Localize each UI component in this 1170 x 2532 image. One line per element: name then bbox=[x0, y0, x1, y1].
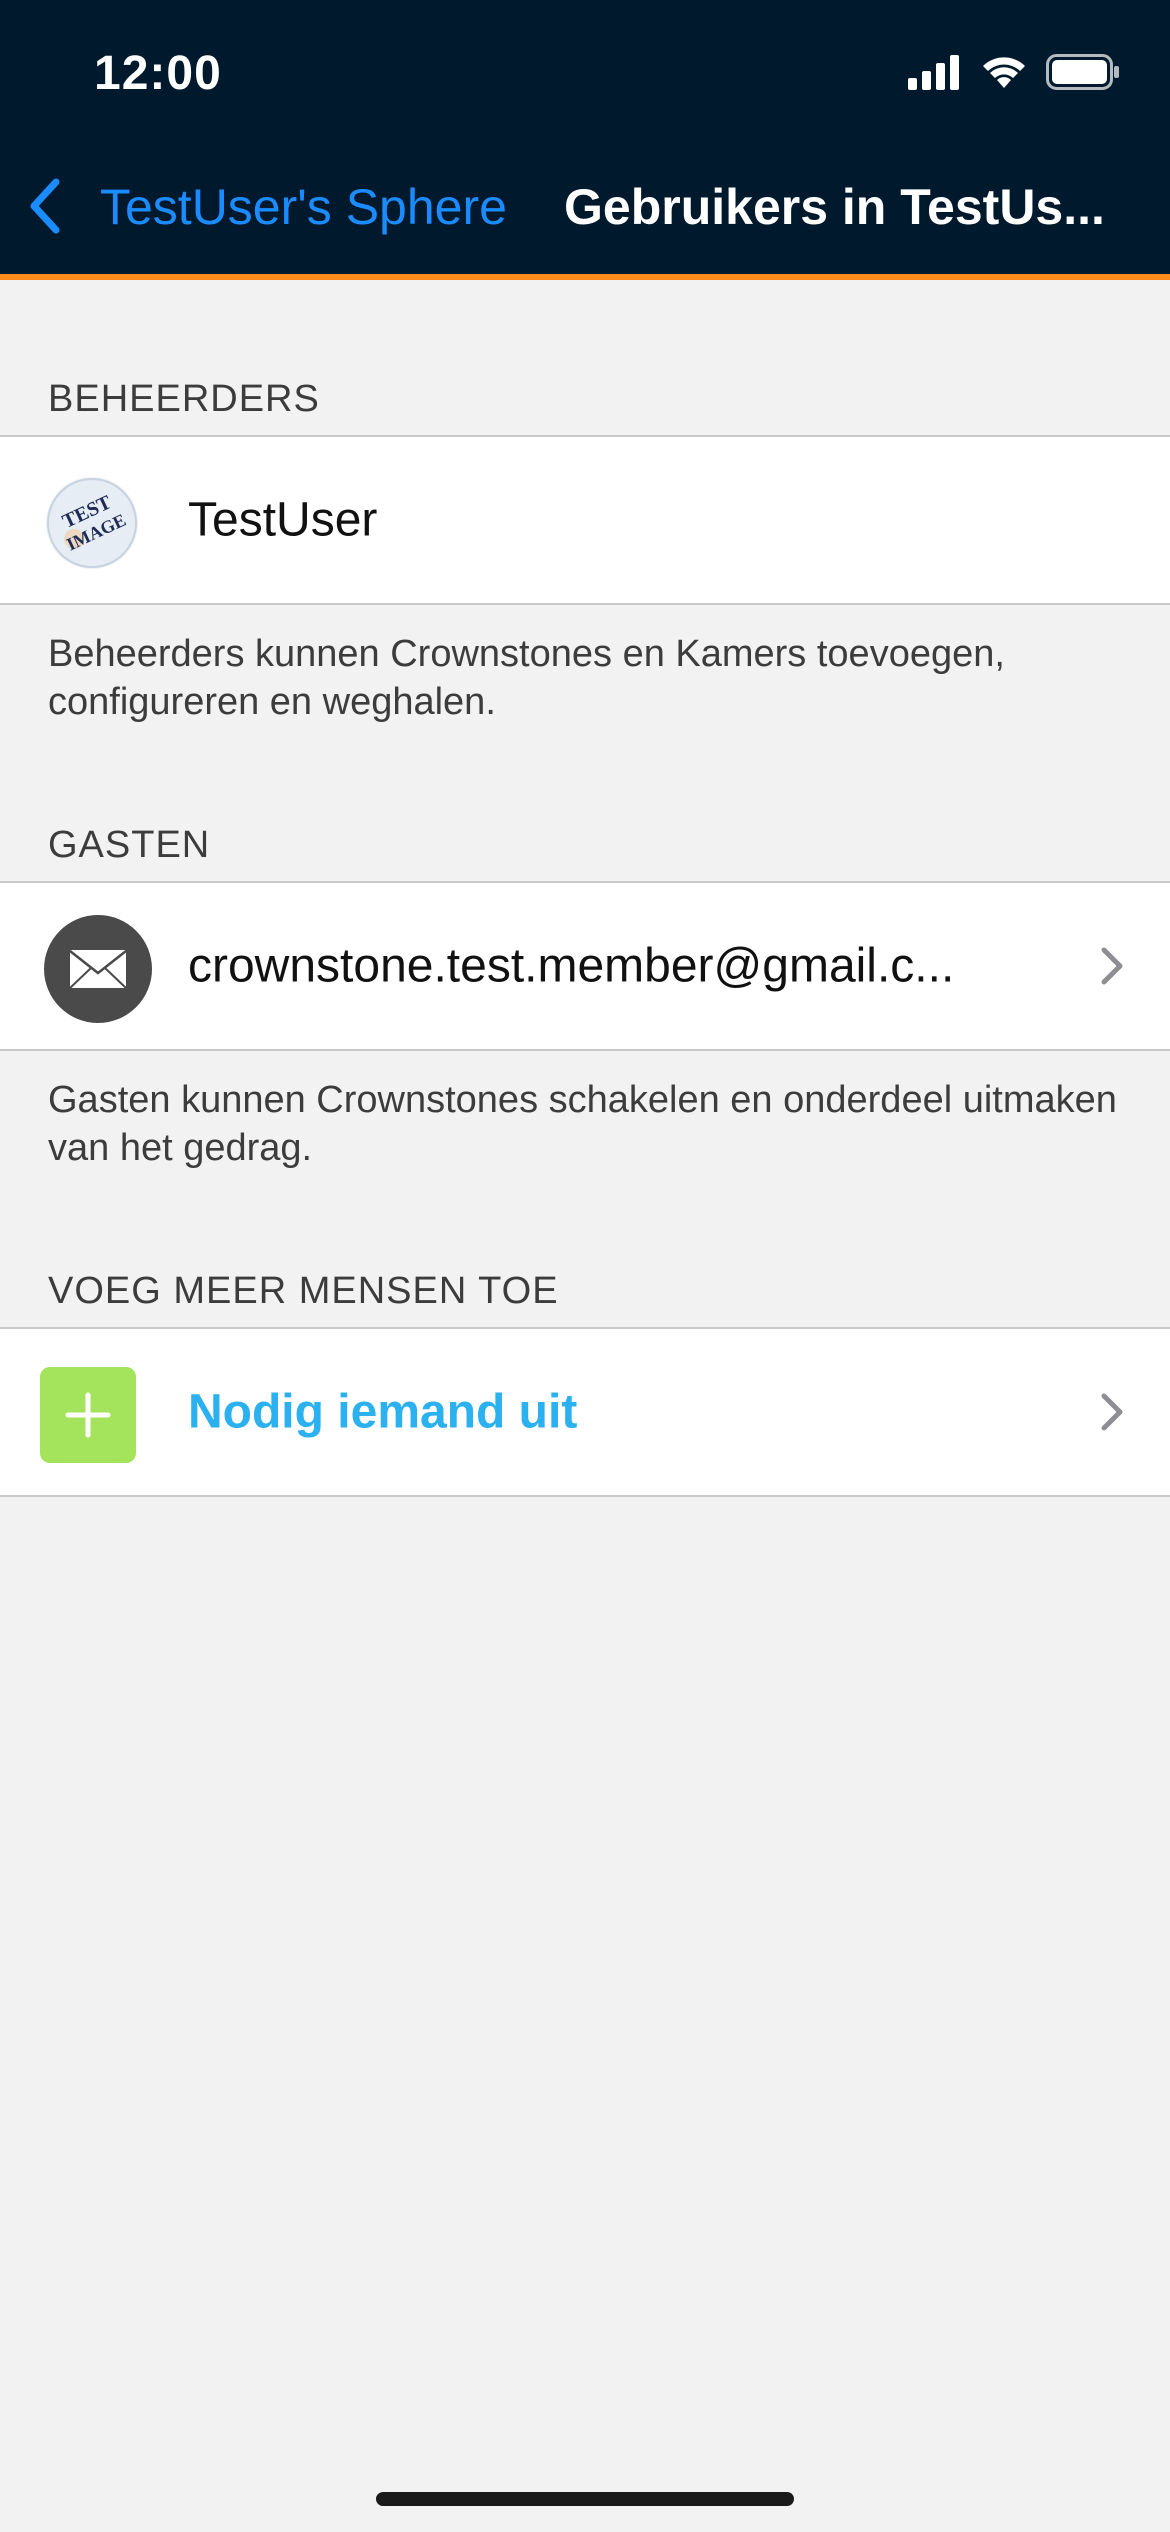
guest-user-row[interactable]: crownstone.test.member@gmail.c... bbox=[0, 881, 1170, 1051]
battery-icon bbox=[1046, 54, 1119, 90]
admins-footer: Beheerders kunnen Crownstones en Kamers … bbox=[48, 633, 1005, 723]
wifi-icon bbox=[983, 57, 1025, 88]
section-header-admins: BEHEERDERS bbox=[48, 378, 320, 420]
add-tile bbox=[40, 1367, 136, 1463]
chevron-right-icon bbox=[1101, 1393, 1123, 1431]
test-image-avatar-icon: TEST IMAGE bbox=[47, 478, 137, 568]
invite-someone-button[interactable]: Nodig iemand uit bbox=[188, 1385, 577, 1440]
invite-someone-row[interactable]: Nodig iemand uit bbox=[0, 1327, 1170, 1497]
guest-user-email: crownstone.test.member@gmail.c... bbox=[188, 939, 955, 993]
guests-footer: Gasten kunnen Crownstones schakelen en o… bbox=[48, 1079, 1117, 1169]
cellular-signal-icon bbox=[908, 55, 959, 90]
page-title: Gebruikers in TestUs... bbox=[564, 179, 1105, 235]
user-avatar: TEST IMAGE bbox=[46, 477, 138, 569]
header-accent-bar bbox=[0, 274, 1170, 280]
guest-avatar bbox=[44, 915, 152, 1023]
status-time: 12:00 bbox=[94, 47, 222, 100]
chevron-left-icon[interactable] bbox=[22, 176, 72, 236]
admin-user-name: TestUser bbox=[188, 493, 378, 547]
section-header-guests: GASTEN bbox=[48, 824, 211, 866]
status-icons bbox=[908, 54, 1120, 90]
section-header-add-people: VOEG MEER MENSEN TOE bbox=[48, 1270, 559, 1312]
home-indicator[interactable] bbox=[376, 2492, 794, 2506]
envelope-icon bbox=[68, 948, 128, 990]
navigation-header: 12:00 TestUser's Sphere Gebruikers in Te… bbox=[0, 0, 1170, 274]
chevron-right-icon bbox=[1101, 947, 1123, 985]
plus-icon bbox=[65, 1392, 111, 1438]
admin-user-row[interactable]: TEST IMAGE TestUser bbox=[0, 435, 1170, 605]
back-button[interactable]: TestUser's Sphere bbox=[100, 178, 507, 236]
